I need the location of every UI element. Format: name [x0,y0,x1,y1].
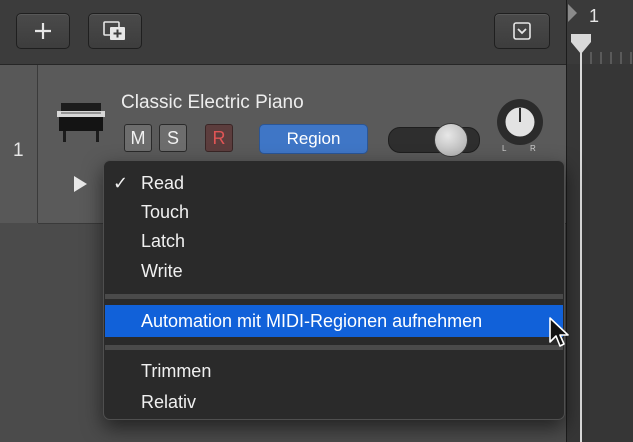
add-track-button[interactable] [16,13,70,49]
solo-button[interactable]: S [159,124,187,152]
menu-item-trim[interactable]: Trimmen [141,360,211,382]
pan-knob[interactable] [497,99,543,145]
bar-number: 1 [589,6,600,26]
track-number: 1 [13,140,24,161]
duplicate-track-icon [103,21,125,40]
pan-right-label: R [530,144,536,153]
automation-mode-menu: ✓ Read Touch Latch Write Automation mit … [103,160,565,420]
menu-item-label: Automation mit MIDI-Regionen aufnehmen [141,311,483,331]
menu-separator [105,294,563,299]
plus-icon [35,23,51,39]
menu-item-relative[interactable]: Relativ [141,391,196,413]
mouse-cursor-icon [549,317,569,347]
mute-button[interactable]: M [124,124,152,152]
disclosure-triangle-icon[interactable] [72,175,88,193]
volume-slider-knob[interactable] [434,123,468,157]
checkmark-icon: ✓ [113,173,129,193]
automation-mode-button[interactable]: Region [259,124,368,154]
menu-separator [105,345,563,350]
menu-item-automation-midi-regions[interactable]: Automation mit MIDI-Regionen aufnehmen [105,305,563,337]
duplicate-track-button[interactable] [88,13,142,49]
toolbar [0,0,566,65]
electric-piano-icon [57,103,105,142]
chevron-down-box-icon [513,22,531,40]
menu-item-latch[interactable]: Latch [141,230,185,252]
pan-knob-dial [504,106,536,138]
playhead[interactable] [580,34,582,442]
menu-item-touch[interactable]: Touch [141,201,189,223]
playhead-handle[interactable] [571,34,593,56]
track-name[interactable]: Classic Electric Piano [121,92,304,114]
track-timeline[interactable] [566,64,633,442]
view-menu-button[interactable] [494,13,550,49]
menu-item-read[interactable]: Read [141,172,184,194]
pan-left-label: L [502,144,507,153]
menu-item-write[interactable]: Write [141,260,183,282]
record-enable-button[interactable]: R [205,124,233,152]
